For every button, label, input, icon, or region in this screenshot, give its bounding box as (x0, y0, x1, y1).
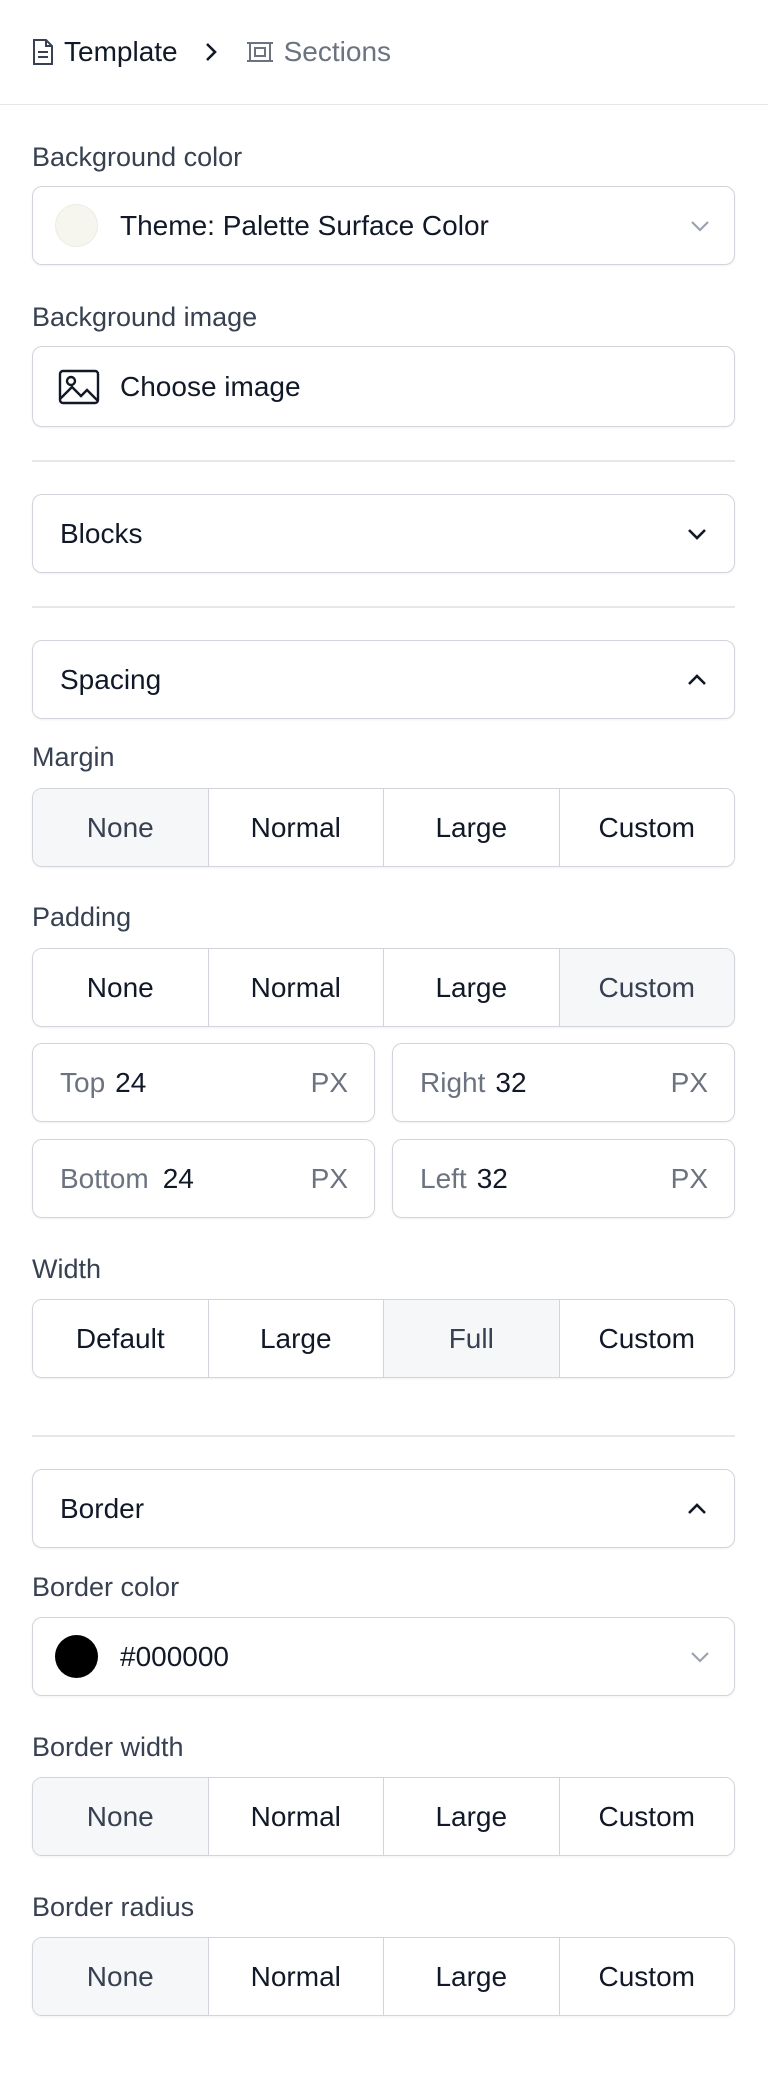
image-icon (58, 369, 100, 404)
chevron-right-icon (204, 41, 218, 63)
background-color-select[interactable]: Theme: Palette Surface Color (32, 186, 735, 265)
sections-icon (246, 42, 273, 62)
padding-right-unit: PX (670, 1066, 708, 1098)
breadcrumb-template[interactable]: Template (32, 36, 178, 68)
padding-option-custom[interactable]: Custom (559, 949, 734, 1026)
border-radius-option-normal[interactable]: Normal (208, 1938, 384, 2015)
border-width-option-none[interactable]: None (33, 1778, 209, 1855)
padding-bottom-label: Bottom (60, 1162, 149, 1194)
padding-bottom-unit: PX (310, 1162, 348, 1194)
border-width-option-large[interactable]: Large (384, 1778, 560, 1855)
padding-left-label: Left (420, 1162, 467, 1194)
padding-option-normal[interactable]: Normal (208, 949, 384, 1026)
padding-top-label: Top (60, 1066, 106, 1098)
border-radius-segmented-control: None Normal Large Custom (32, 1937, 735, 2016)
breadcrumb-sections-label: Sections (283, 36, 392, 67)
color-swatch (55, 1635, 98, 1678)
border-width-option-custom[interactable]: Custom (559, 1778, 734, 1855)
background-color-value: Theme: Palette Surface Color (120, 209, 489, 241)
divider (32, 606, 735, 608)
divider (32, 460, 735, 462)
margin-segmented-control: None Normal Large Custom (32, 788, 735, 867)
border-radius-label: Border radius (32, 1892, 195, 1922)
padding-top-unit: PX (310, 1066, 348, 1098)
padding-top-value: 24 (115, 1066, 147, 1098)
border-width-option-normal[interactable]: Normal (208, 1778, 384, 1855)
width-option-default[interactable]: Default (33, 1300, 209, 1377)
width-segmented-control: Default Large Full Custom (32, 1299, 735, 1378)
padding-right-input[interactable]: Right 32 PX (392, 1043, 735, 1122)
spacing-label: Spacing (60, 663, 162, 695)
spacing-section-toggle[interactable]: Spacing (32, 640, 735, 719)
border-radius-option-none[interactable]: None (33, 1938, 209, 2015)
border-width-label: Border width (32, 1732, 184, 1762)
padding-top-input[interactable]: Top 24 PX (32, 1043, 375, 1122)
padding-label: Padding (32, 902, 132, 932)
blocks-label: Blocks (60, 517, 143, 549)
divider (32, 1435, 735, 1437)
padding-option-large[interactable]: Large (384, 949, 560, 1026)
choose-image-label: Choose image (120, 370, 301, 402)
border-radius-option-large[interactable]: Large (384, 1938, 560, 2015)
padding-segmented-control: None Normal Large Custom (32, 948, 735, 1027)
chevron-down-icon (690, 1651, 710, 1663)
breadcrumb-sections[interactable]: Sections (246, 36, 391, 68)
border-width-segmented-control: None Normal Large Custom (32, 1777, 735, 1856)
width-option-custom[interactable]: Custom (559, 1300, 734, 1377)
choose-image-button[interactable]: Choose image (32, 346, 735, 427)
margin-label: Margin (32, 742, 115, 772)
document-icon (33, 39, 53, 65)
background-image-label: Background image (32, 302, 258, 332)
background-color-label: Background color (32, 142, 243, 172)
color-swatch (55, 204, 98, 247)
breadcrumb-template-label: Template (64, 36, 178, 67)
width-label: Width (32, 1254, 102, 1284)
padding-right-value: 32 (495, 1066, 527, 1098)
margin-option-normal[interactable]: Normal (208, 789, 384, 866)
padding-bottom-value: 24 (162, 1162, 194, 1194)
chevron-down-icon (690, 220, 710, 232)
chevron-up-icon (688, 1502, 706, 1514)
border-section-toggle[interactable]: Border (32, 1469, 735, 1548)
margin-option-none[interactable]: None (33, 789, 209, 866)
padding-bottom-input[interactable]: Bottom 24 PX (32, 1139, 375, 1218)
blocks-section-toggle[interactable]: Blocks (32, 494, 735, 573)
width-option-full[interactable]: Full (384, 1300, 560, 1377)
border-radius-option-custom[interactable]: Custom (559, 1938, 734, 2015)
chevron-up-icon (688, 673, 706, 685)
padding-left-input[interactable]: Left 32 PX (392, 1139, 735, 1218)
border-color-select[interactable]: #000000 (32, 1617, 735, 1696)
border-color-label: Border color (32, 1572, 180, 1602)
border-label: Border (60, 1492, 145, 1524)
padding-right-label: Right (420, 1066, 486, 1098)
breadcrumb: Template Sections (0, 0, 768, 105)
padding-option-none[interactable]: None (33, 949, 209, 1026)
width-option-large[interactable]: Large (208, 1300, 384, 1377)
border-color-value: #000000 (120, 1640, 230, 1672)
chevron-down-icon (688, 528, 706, 540)
padding-left-value: 32 (476, 1162, 508, 1194)
padding-left-unit: PX (670, 1162, 708, 1194)
margin-option-custom[interactable]: Custom (559, 789, 734, 866)
margin-option-large[interactable]: Large (384, 789, 560, 866)
